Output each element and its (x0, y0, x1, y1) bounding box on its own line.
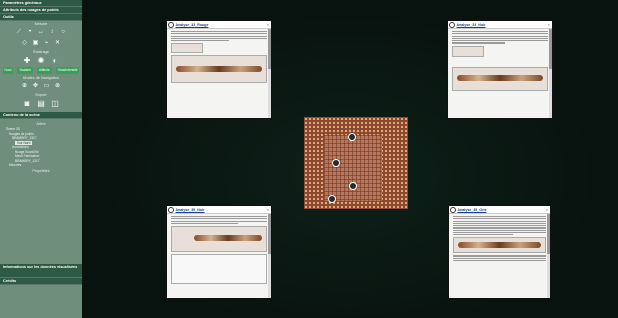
target-icon (449, 21, 455, 28)
scrollbar-thumb[interactable] (547, 214, 550, 254)
measure-tools-row: ⟋ • ↔ ↕ ○ (0, 27, 82, 38)
color-mode-buttons: Nord Scalaire Altitude Gras/Intensité (0, 66, 82, 75)
point-cloud-attributes-band[interactable]: Attributs des nuages de points (0, 7, 82, 14)
annotation-panel[interactable]: Analyse_35_Noir × (166, 205, 272, 299)
orbit-icon[interactable]: ⊕ (21, 82, 28, 91)
lighting-tools-row: ✚ ✺ ◐ (0, 55, 82, 66)
point-cloud-inner (324, 135, 382, 201)
camera-icon[interactable]: ◙ (22, 99, 32, 108)
light-add-icon[interactable]: ✚ (22, 56, 32, 65)
panel-figure (171, 55, 267, 84)
remove-tool-icon[interactable]: ✕ (54, 39, 61, 48)
target-icon (168, 206, 174, 213)
close-icon[interactable]: × (548, 22, 550, 27)
scrollbar-thumb[interactable] (549, 29, 552, 69)
annotation-panel[interactable]: Analyse_33_Noir × (447, 20, 553, 119)
credits-band[interactable]: Crédits (0, 278, 82, 285)
scrollbar-thumb[interactable] (268, 29, 271, 69)
fly-icon[interactable]: ▭ (43, 82, 50, 91)
panel-text (171, 31, 267, 42)
scrollbar[interactable] (268, 29, 271, 118)
pan-icon[interactable]: ✥ (32, 82, 39, 91)
close-icon[interactable]: × (267, 22, 269, 27)
scrollbar[interactable] (547, 214, 550, 298)
panel-figure-small (171, 43, 203, 54)
panel-title[interactable]: Analyse_35_Noir (176, 208, 205, 212)
3d-viewport[interactable]: Analyse_33_Rouge × Analyse_33_Noir × Ana… (82, 0, 618, 318)
circle-tool-icon[interactable]: ○ (60, 28, 67, 37)
panel-title-bar: Analyse_35_Noir × (167, 206, 271, 214)
annotation-marker[interactable] (349, 182, 357, 190)
panel-figure (453, 237, 546, 254)
measure-tools-row-2: ◇ ▣ ⌁ ✕ (0, 38, 82, 49)
close-icon[interactable]: × (267, 207, 269, 212)
scalar-button[interactable]: Scalaire (17, 67, 33, 74)
light-sun-icon[interactable]: ✺ (36, 56, 46, 65)
panel-text (453, 216, 546, 236)
general-settings-band[interactable]: Paramètres généraux (0, 0, 82, 7)
panel-text (171, 216, 267, 225)
profile-tool-icon[interactable]: ⌁ (43, 39, 50, 48)
navigation-tools-row: ⊕ ✥ ▭ ⊗ (0, 81, 82, 92)
point-tool-icon[interactable]: • (27, 28, 34, 37)
altitude-button[interactable]: Altitude (36, 67, 52, 74)
scrollbar[interactable] (268, 214, 271, 298)
panel-text (452, 31, 548, 44)
area-tool-icon[interactable]: ◇ (21, 39, 28, 48)
target-icon (450, 206, 456, 213)
close-icon[interactable]: × (546, 207, 548, 212)
export-image-icon[interactable]: ▤ (36, 99, 46, 108)
panel-title-bar: Analyse_33_Noir × (448, 21, 552, 29)
properties-section-title: Propriétés (32, 168, 50, 173)
panel-title[interactable]: Analyse_35_Gris (458, 208, 487, 212)
annotation-marker[interactable] (332, 159, 340, 167)
north-button[interactable]: Nord (2, 67, 14, 74)
sidebar: Paramètres généraux Attributs des nuages… (0, 0, 82, 318)
scene-content-band[interactable]: Contenu de la scène (0, 112, 82, 119)
intensity-button[interactable]: Gras/Intensité (55, 67, 80, 74)
annotation-panel[interactable]: Analyse_33_Rouge × (166, 20, 272, 119)
annotation-marker[interactable] (348, 133, 356, 141)
height-tool-icon[interactable]: ↕ (49, 28, 56, 37)
angle-tool-icon[interactable]: ⟋ (16, 28, 23, 37)
export-tools-row: ◙ ▤ ◫ (0, 98, 82, 109)
light-settings-icon[interactable]: ◐ (50, 56, 60, 65)
panel-title-bar: Analyse_35_Gris × (449, 206, 550, 214)
panel-figure (452, 66, 548, 91)
panel-title[interactable]: Analyse_33_Rouge (176, 23, 209, 27)
volume-tool-icon[interactable]: ▣ (32, 39, 39, 48)
panel-text (453, 255, 546, 262)
earth-icon[interactable]: ⊗ (54, 82, 61, 91)
scene-tree: Scene 3D Nuages de points BRAMBRY_1317 V… (0, 127, 82, 168)
panel-figure (171, 226, 267, 253)
panel-figure-small (452, 45, 484, 57)
data-info-band[interactable]: Informations sur les données visualisées (0, 264, 82, 278)
annotation-panel[interactable]: Analyse_35_Gris × (448, 205, 551, 299)
tools-band[interactable]: Outils (0, 14, 82, 21)
panel-title-bar: Analyse_33_Rouge × (167, 21, 271, 29)
target-icon (168, 21, 174, 28)
scrollbar-thumb[interactable] (268, 214, 271, 254)
export-file-icon[interactable]: ◫ (50, 99, 60, 108)
panel-plot (171, 254, 267, 285)
distance-tool-icon[interactable]: ↔ (38, 28, 45, 37)
scrollbar[interactable] (549, 29, 552, 118)
panel-title[interactable]: Analyse_33_Noir (457, 23, 486, 27)
annotation-marker[interactable] (328, 195, 336, 203)
point-cloud-model[interactable] (304, 117, 408, 209)
